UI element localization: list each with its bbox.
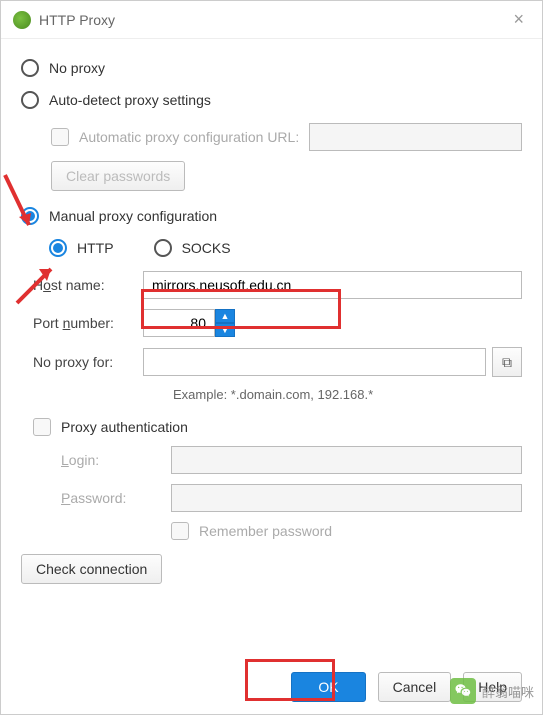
row-host: Host name: xyxy=(33,271,522,299)
radio-label: SOCKS xyxy=(182,240,231,256)
login-input xyxy=(171,446,522,474)
row-port: Port number: ▲ ▼ xyxy=(33,309,522,337)
row-password: Password: xyxy=(61,484,522,512)
radio-protocol-socks[interactable]: SOCKS xyxy=(154,239,231,257)
window-title: HTTP Proxy xyxy=(39,12,507,28)
host-label: Host name: xyxy=(33,277,143,293)
browse-button[interactable]: ⧉ xyxy=(492,347,522,377)
app-icon xyxy=(13,11,31,29)
close-icon[interactable]: × xyxy=(507,9,530,30)
checkbox-icon xyxy=(171,522,189,540)
auto-config-url-input xyxy=(309,123,522,151)
port-number-stepper[interactable]: ▲ ▼ xyxy=(143,309,235,337)
checkbox-label: Remember password xyxy=(199,523,332,539)
stepper-down-icon[interactable]: ▼ xyxy=(215,323,235,337)
checkbox-label: Proxy authentication xyxy=(61,419,188,435)
titlebar: HTTP Proxy × xyxy=(1,1,542,39)
row-login: Login: xyxy=(61,446,522,474)
radio-label: HTTP xyxy=(77,240,114,256)
radio-protocol-http[interactable]: HTTP xyxy=(49,239,114,257)
row-no-proxy-for: No proxy for: ⧉ xyxy=(33,347,522,377)
radio-icon xyxy=(21,207,39,225)
radio-auto-detect[interactable]: Auto-detect proxy settings xyxy=(21,91,522,109)
wechat-icon xyxy=(450,678,476,704)
check-connection-button[interactable]: Check connection xyxy=(21,554,162,584)
ok-button[interactable]: OK xyxy=(291,672,365,702)
content-area: No proxy Auto-detect proxy settings Auto… xyxy=(1,39,542,660)
checkbox-remember-password: Remember password xyxy=(171,522,522,540)
checkbox-label: Automatic proxy configuration URL: xyxy=(79,129,299,145)
port-label: Port number: xyxy=(33,315,143,331)
checkbox-proxy-auth[interactable]: Proxy authentication xyxy=(33,418,522,436)
dialog-window: HTTP Proxy × No proxy Auto-detect proxy … xyxy=(0,0,543,715)
checkbox-icon xyxy=(51,128,69,146)
password-label: Password: xyxy=(61,490,171,506)
clear-passwords-button: Clear passwords xyxy=(51,161,185,191)
radio-manual-proxy[interactable]: Manual proxy configuration xyxy=(21,207,522,225)
radio-no-proxy[interactable]: No proxy xyxy=(21,59,522,77)
checkbox-icon xyxy=(33,418,51,436)
cancel-button[interactable]: Cancel xyxy=(378,672,452,702)
browse-icon: ⧉ xyxy=(502,354,512,371)
stepper-up-icon[interactable]: ▲ xyxy=(215,309,235,323)
no-proxy-for-label: No proxy for: xyxy=(33,354,143,370)
radio-icon xyxy=(49,239,67,257)
radio-label: Manual proxy configuration xyxy=(49,208,217,224)
checkbox-auto-config-url: Automatic proxy configuration URL: xyxy=(51,123,522,151)
radio-icon xyxy=(21,91,39,109)
login-label: Login: xyxy=(61,452,171,468)
radio-icon xyxy=(21,59,39,77)
port-number-input[interactable] xyxy=(143,309,215,337)
password-input xyxy=(171,484,522,512)
no-proxy-for-input[interactable] xyxy=(143,348,486,376)
radio-icon xyxy=(154,239,172,257)
watermark-text: 醉翁喵咪 xyxy=(482,682,534,701)
radio-label: Auto-detect proxy settings xyxy=(49,92,211,108)
watermark: 醉翁喵咪 xyxy=(450,678,534,704)
no-proxy-example: Example: *.domain.com, 192.168.* xyxy=(173,387,522,402)
host-name-input[interactable] xyxy=(143,271,522,299)
radio-label: No proxy xyxy=(49,60,105,76)
